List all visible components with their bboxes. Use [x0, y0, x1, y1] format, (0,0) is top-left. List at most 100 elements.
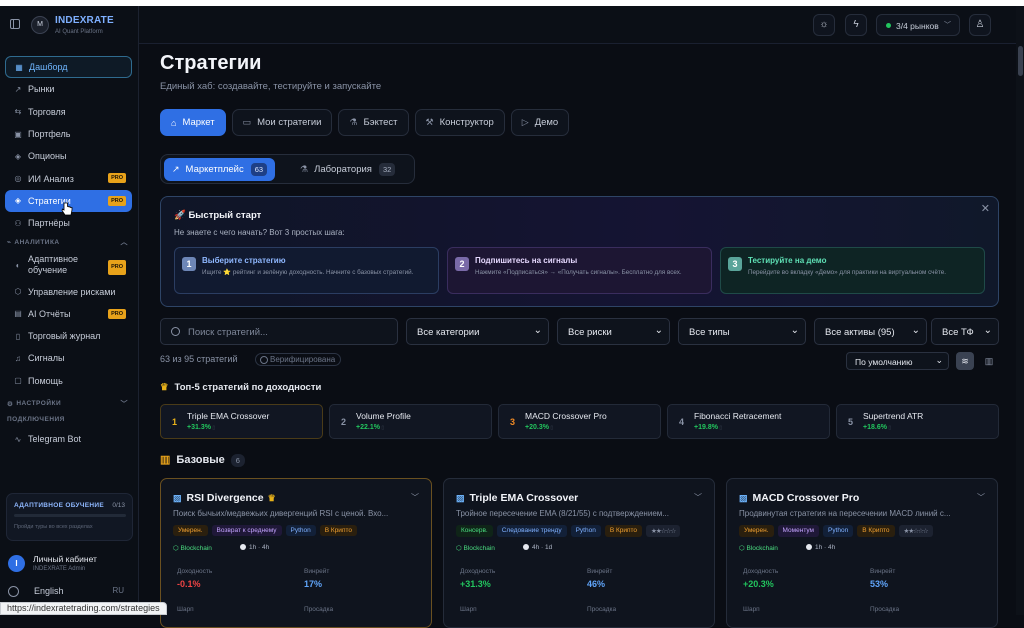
sidebar-item-adaptive-learning[interactable]: ◐ Адаптивное обучение PRO [5, 250, 132, 280]
scrollbar-thumb[interactable] [1018, 46, 1023, 76]
user-menu-button[interactable]: ♙ [969, 14, 991, 36]
pro-badge: PRO [108, 260, 126, 276]
risk-select[interactable]: Все риски ⌄ [557, 318, 670, 345]
tab-label: Демо [534, 117, 559, 128]
rating-stars: ★★☆☆☆ [898, 525, 933, 537]
top5-item[interactable]: 3 MACD Crossover Pro +20.3% [498, 404, 661, 439]
section-settings[interactable]: ⚙ НАСТРОЙКИ ﹀ [5, 396, 132, 412]
sidebar-item-options[interactable]: ◈ Опционы [5, 145, 132, 167]
sidebar-item-markets[interactable]: ↗ Рынки [5, 78, 132, 100]
yield-label: Доходность [177, 568, 213, 575]
tab-my-strategies[interactable]: ▭ Мои стратегии [231, 109, 333, 136]
chevron-down-icon: ﹀ [120, 400, 128, 408]
rank: 1 [172, 417, 178, 427]
adaptive-learning-widget[interactable]: АДАПТИВНОЕ ОБУЧЕНИЕ 0/13 Пройди туры во … [6, 493, 133, 541]
strategy-name: Triple EMA Crossover [187, 411, 270, 421]
sort-select[interactable]: По умолчанию ⌄ [846, 352, 949, 370]
top-header: ☼ ϟ 3/4 рынков ﹀ ♙ [139, 6, 1016, 44]
sidebar-item-label: Адаптивное обучение [28, 254, 79, 276]
sidebar-item-label: Торговля [28, 106, 66, 117]
chain-label: ⬡ Blockchain [456, 545, 495, 552]
sidebar-item-signals[interactable]: ♫ Сигналы [5, 347, 132, 369]
markets-status-dropdown[interactable]: 3/4 рынков ﹀ [876, 14, 960, 36]
chart-view-button[interactable]: ▥ [980, 352, 998, 370]
profile-name: Личный кабинет [33, 554, 97, 564]
play-icon: ▷ [521, 117, 529, 127]
sidebar-item-dashboard[interactable]: ▦ Дашборд [5, 56, 132, 79]
strategy-card[interactable]: ▨ RSI Divergence ♛ ﹀ Поиск бычьих/медвежьи… [160, 478, 432, 628]
collapse-sidebar-icon[interactable] [10, 19, 20, 29]
market-tag: В Крипто [319, 525, 357, 536]
tab-constructor[interactable]: ⚒ Конструктор [414, 109, 505, 136]
sidebar-item-risk[interactable]: ⬡ Управление рисками [5, 280, 132, 302]
profile-button[interactable]: I Личный кабинет INDEXRATE Admin [8, 552, 133, 576]
language-switch[interactable]: English RU [8, 584, 128, 600]
briefcase-icon: ▣ [14, 129, 22, 139]
top5-item[interactable]: 2 Volume Profile +22.1% [329, 404, 492, 439]
hand-cursor-icon [61, 202, 73, 216]
search-input[interactable]: Поиск стратегий... [160, 318, 398, 345]
chevron-down-icon[interactable]: ﹀ [977, 492, 985, 503]
sidebar-item-label: Помощь [28, 375, 63, 386]
verified-filter-chip[interactable]: Верифицирована [255, 353, 342, 366]
sidebar-nav: ▦ Дашборд ↗ Рынки ⇆ Торговля ▣ Портфель … [5, 56, 132, 450]
card-title: ▨ MACD Crossover Pro [739, 492, 859, 504]
step-number: 3 [728, 257, 742, 271]
winrate-value: 53% [870, 579, 889, 589]
sidebar-item-journal[interactable]: ▯ Торговый журнал [5, 325, 132, 347]
layers-icon: ◈ [14, 151, 22, 161]
sidebar-item-label: Опционы [28, 151, 67, 162]
tab-market[interactable]: ⌂ Маркет [160, 109, 226, 136]
select-value: По умолчанию [855, 357, 913, 367]
top5-item[interactable]: 4 Fibonacci Retracement +19.8% [667, 404, 830, 439]
search-placeholder: Поиск стратегий... [188, 327, 268, 338]
tab-label: Конструктор [439, 117, 494, 128]
strategy-name: MACD Crossover Pro [525, 411, 607, 421]
sidebar-item-help[interactable]: ▢ Помощь [5, 370, 132, 392]
quickstart-step-1[interactable]: 1 Выберите стратегию Ищите ⭐ рейтинг и з… [174, 247, 439, 294]
top5-item[interactable]: 5 Supertrend ATR +18.6% [836, 404, 999, 439]
quickstart-step-3[interactable]: 3 Тестируйте на демо Перейдите во вкладк… [720, 247, 985, 294]
assets-select[interactable]: Все активы (95) ⌄ [814, 318, 927, 345]
page-title: Стратегии [160, 52, 262, 74]
step-desc: Перейдите во вкладку «Демо» для практики… [748, 269, 947, 276]
tab-demo[interactable]: ▷ Демо [510, 109, 570, 136]
step-title: Подпишитесь на сигналы [475, 256, 578, 265]
page-subtitle: Единый хаб: создавайте, тестируйте и зап… [160, 81, 382, 92]
sidebar-item-trading[interactable]: ⇆ Торговля [5, 101, 132, 123]
top5-heading: ♛ Топ-5 стратегий по доходности [160, 382, 321, 393]
tab-backtest[interactable]: ⚗ Бэктест [338, 109, 409, 136]
theme-toggle-button[interactable]: ☼ [813, 14, 835, 36]
chevron-down-icon[interactable]: ﹀ [694, 492, 702, 503]
quick-actions-button[interactable]: ϟ [845, 14, 867, 36]
strategy-card[interactable]: ▨ Triple EMA Crossover ﹀ Тройное пересече… [443, 478, 715, 628]
grid-view-button[interactable]: ≋ [956, 352, 974, 370]
yield-value: +31.3% [460, 579, 491, 589]
sidebar-item-portfolio[interactable]: ▣ Портфель [5, 123, 132, 145]
sidebar-item-telegram[interactable]: ∿ Telegram Bot [5, 428, 132, 450]
timeframe-select[interactable]: Все ТФ ⌄ [931, 318, 999, 345]
chevron-down-icon[interactable]: ﹀ [411, 492, 419, 503]
section-analytics[interactable]: ⌁ АНАЛИТИКА ︿ [5, 234, 132, 250]
type-select[interactable]: Все типы ⌄ [678, 318, 806, 345]
pro-badge: PRO [108, 195, 126, 206]
category-select[interactable]: Все категории ⌄ [406, 318, 549, 345]
sidebar-item-ai-reports[interactable]: ▤ AI Отчёты PRO [5, 303, 132, 325]
top5-item[interactable]: 1 Triple EMA Crossover +31.3% [160, 404, 323, 439]
page-scrollbar[interactable] [1016, 6, 1024, 615]
sidebar-item-ai-analysis[interactable]: ◎ ИИ Анализ PRO [5, 167, 132, 189]
strategy-card[interactable]: ▨ MACD Crossover Pro ﹀ Продвинутая страте… [726, 478, 998, 628]
lang-tag: Python [570, 525, 601, 537]
close-icon[interactable]: ✕ [981, 202, 990, 215]
flask-icon: ⚗ [349, 117, 358, 127]
language-label: English [34, 586, 64, 596]
quickstart-step-2[interactable]: 2 Подпишитесь на сигналы Нажмите «Подпис… [447, 247, 712, 294]
yield-value: +20.3% [743, 579, 774, 589]
brand-name[interactable]: INDEXRATE [55, 15, 114, 26]
subtab-marketplace[interactable]: ↗ Маркетплейс 63 [164, 158, 276, 181]
profile-role: INDEXRATE Admin [33, 566, 86, 572]
subtab-laboratory[interactable]: ⚗ Лаборатория 32 [292, 158, 403, 181]
layers-icon: ≋ [961, 356, 969, 366]
brand-logo[interactable]: M [31, 16, 49, 34]
lightning-icon: ϟ [853, 19, 859, 30]
